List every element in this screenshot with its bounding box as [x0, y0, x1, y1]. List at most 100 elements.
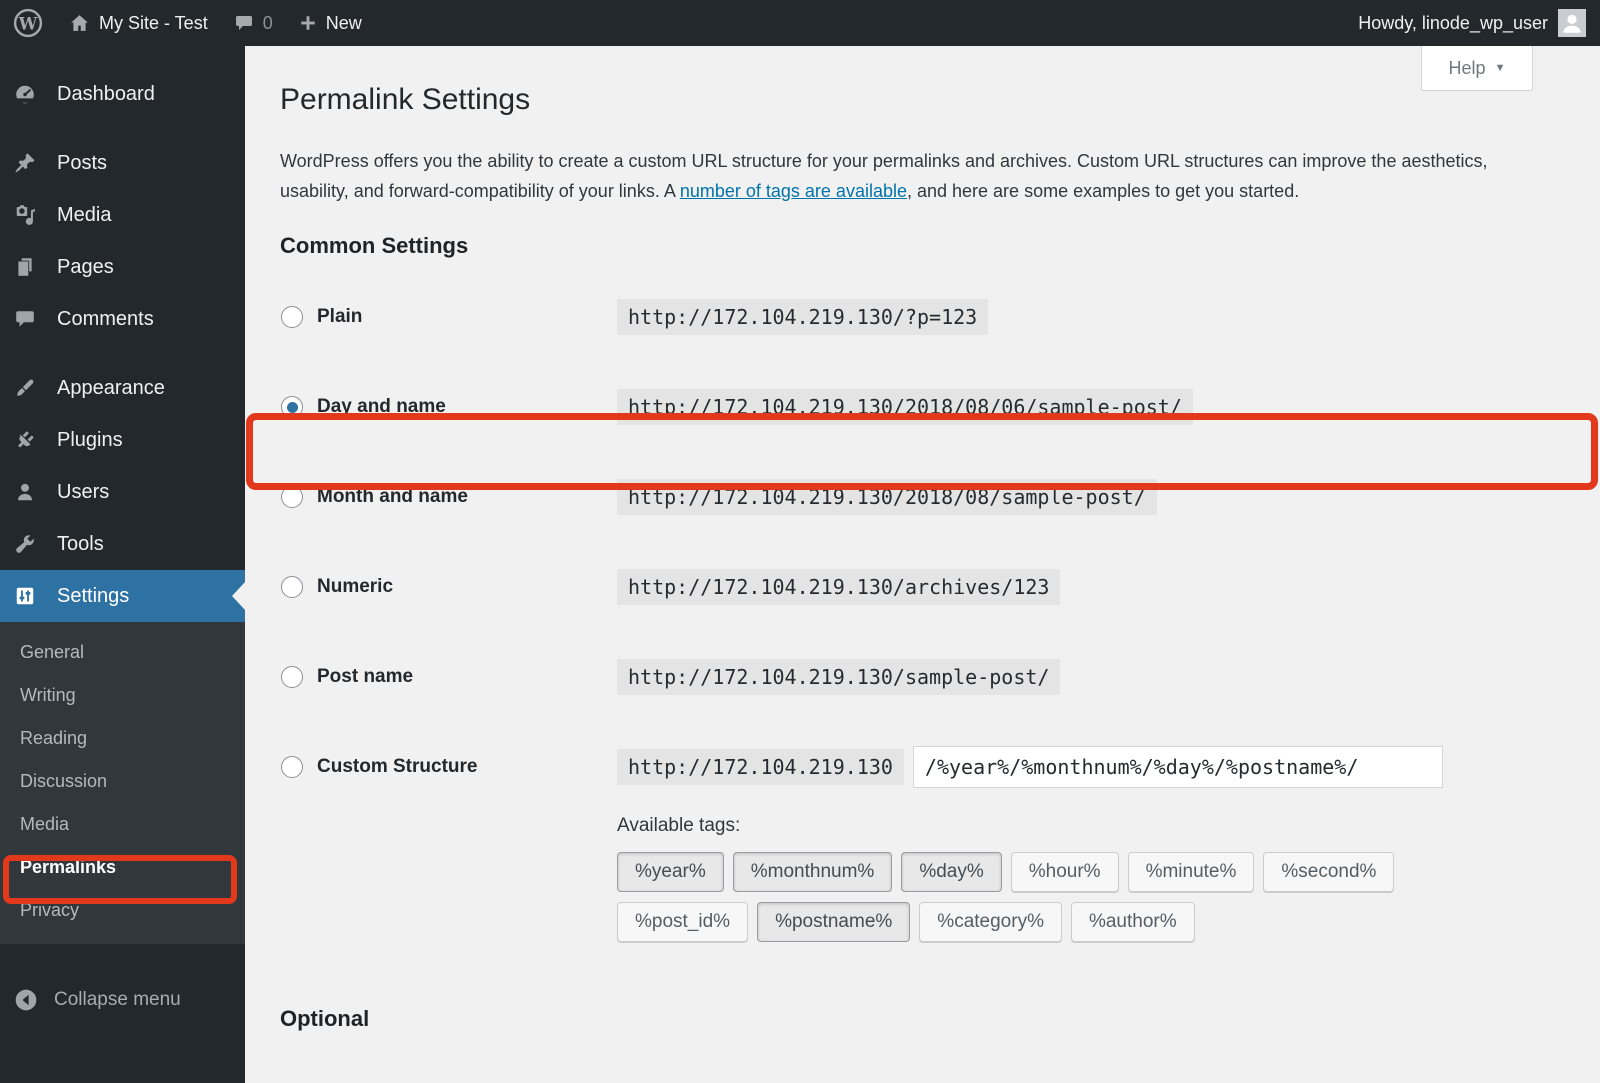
option-label-numeric[interactable]: Numeric — [317, 576, 617, 598]
example-url-month-and-name: http://172.104.219.130/2018/08/sample-po… — [617, 479, 1157, 515]
wordpress-logo-icon: W — [13, 8, 43, 38]
paintbrush-icon — [14, 377, 36, 399]
row-numeric: Numeric http://172.104.219.130/archives/… — [280, 542, 1600, 632]
menu-separator — [0, 120, 245, 137]
submenu-item-privacy[interactable]: Privacy — [0, 889, 245, 932]
collapse-arrow-icon — [14, 988, 38, 1012]
tag-button-monthnum[interactable]: %monthnum% — [732, 852, 893, 892]
option-label-day-and-name[interactable]: Day and name — [317, 396, 617, 418]
tag-button-hour[interactable]: %hour% — [1010, 852, 1119, 892]
collapse-menu-label: Collapse menu — [54, 989, 181, 1010]
option-label-post-name[interactable]: Post name — [317, 666, 617, 688]
admin-bar-left: W My Site - Test 0 New — [0, 0, 375, 46]
sidebar-item-settings[interactable]: Settings — [0, 570, 245, 622]
sidebar-item-label: Posts — [57, 151, 108, 174]
chevron-down-icon: ▼ — [1494, 62, 1506, 74]
sidebar-item-users[interactable]: Users — [0, 466, 245, 518]
dashboard-icon — [14, 83, 36, 105]
permalink-options: Plain http://172.104.219.130/?p=123 Day … — [280, 272, 1600, 812]
common-settings-heading: Common Settings — [280, 233, 469, 258]
sidebar-item-label: Pages — [57, 255, 114, 278]
intro-paragraph: WordPress offers you the ability to crea… — [280, 147, 1542, 206]
submenu-item-discussion[interactable]: Discussion — [0, 760, 245, 803]
radio-post-name[interactable] — [281, 666, 303, 688]
menu-separator — [0, 345, 245, 362]
radio-custom-structure[interactable] — [281, 756, 303, 778]
row-plain: Plain http://172.104.219.130/?p=123 — [280, 272, 1600, 362]
help-button[interactable]: Help ▼ — [1421, 46, 1533, 91]
sidebar-item-label: Comments — [57, 307, 154, 330]
admin-bar: W My Site - Test 0 New Howdy, linode_wp_… — [0, 0, 1600, 46]
comment-count: 0 — [262, 12, 273, 33]
svg-text:W: W — [18, 14, 38, 33]
row-custom-structure: Custom Structure http://172.104.219.130 — [280, 722, 1600, 812]
comments-icon — [14, 308, 36, 330]
tag-button-postname[interactable]: %postname% — [757, 902, 911, 942]
sidebar-item-dashboard[interactable]: Dashboard — [0, 68, 245, 120]
admin-bar-new[interactable]: New — [286, 0, 375, 46]
submenu-item-writing[interactable]: Writing — [0, 674, 245, 717]
site-menu[interactable]: My Site - Test — [56, 0, 221, 46]
collapse-menu-button[interactable]: Collapse menu — [0, 980, 245, 1020]
submenu-item-reading[interactable]: Reading — [0, 717, 245, 760]
wrench-icon — [14, 533, 36, 555]
sidebar-item-media[interactable]: Media — [0, 189, 245, 241]
tag-button-post-id[interactable]: %post_id% — [617, 902, 749, 942]
admin-bar-comments[interactable]: 0 — [221, 0, 286, 46]
wp-logo-menu[interactable]: W — [0, 0, 56, 46]
available-tags-label: Available tags: — [617, 815, 741, 836]
user-icon — [14, 481, 36, 503]
tag-button-year[interactable]: %year% — [617, 852, 724, 892]
sidebar-item-label: Plugins — [57, 428, 123, 451]
sidebar-item-posts[interactable]: Posts — [0, 137, 245, 189]
custom-structure-input[interactable] — [912, 746, 1443, 788]
tag-button-second[interactable]: %second% — [1263, 852, 1395, 892]
custom-structure-url-prefix: http://172.104.219.130 — [617, 749, 904, 785]
pages-icon — [14, 256, 36, 278]
submenu-item-media[interactable]: Media — [0, 803, 245, 846]
avatar[interactable] — [1558, 9, 1586, 37]
row-post-name: Post name http://172.104.219.130/sample-… — [280, 632, 1600, 722]
home-icon — [69, 13, 90, 34]
sidebar-item-plugins[interactable]: Plugins — [0, 414, 245, 466]
plus-icon — [299, 14, 317, 32]
option-label-plain[interactable]: Plain — [317, 306, 617, 328]
tag-button-day[interactable]: %day% — [901, 852, 1002, 892]
example-url-day-and-name: http://172.104.219.130/2018/08/06/sample… — [617, 389, 1193, 425]
tag-button-category[interactable]: %category% — [919, 902, 1062, 942]
submenu-item-general[interactable]: General — [0, 631, 245, 674]
example-url-plain: http://172.104.219.130/?p=123 — [617, 299, 989, 335]
main-content: Help ▼ Permalink Settings WordPress offe… — [245, 46, 1600, 1083]
settings-submenu: General Writing Reading Discussion Media… — [0, 622, 245, 944]
comment-icon — [234, 13, 254, 33]
tag-button-minute[interactable]: %minute% — [1127, 852, 1255, 892]
option-label-month-and-name[interactable]: Month and name — [317, 486, 617, 508]
example-url-post-name: http://172.104.219.130/sample-post/ — [617, 659, 1061, 695]
sidebar-item-tools[interactable]: Tools — [0, 518, 245, 570]
tag-button-author[interactable]: %author% — [1070, 902, 1195, 942]
option-label-custom-structure[interactable]: Custom Structure — [317, 756, 617, 778]
sidebar-item-label: Tools — [57, 532, 104, 555]
available-tags: %year% %monthnum% %day% %hour% %minute% … — [617, 852, 1417, 942]
radio-day-and-name[interactable] — [281, 396, 303, 418]
intro-text-after: , and here are some examples to get you … — [906, 180, 1300, 201]
howdy-menu[interactable]: Howdy, linode_wp_user — [1358, 13, 1548, 34]
site-name: My Site - Test — [99, 12, 208, 33]
plug-icon — [14, 429, 36, 451]
radio-plain[interactable] — [281, 306, 303, 328]
page-title: Permalink Settings — [280, 83, 531, 116]
example-url-numeric: http://172.104.219.130/archives/123 — [617, 569, 1061, 605]
tags-available-link[interactable]: number of tags are available — [680, 181, 907, 201]
sidebar-item-label: Media — [57, 203, 112, 226]
admin-bar-right: Howdy, linode_wp_user — [1358, 0, 1600, 46]
sidebar-item-appearance[interactable]: Appearance — [0, 362, 245, 414]
sidebar-item-comments[interactable]: Comments — [0, 293, 245, 345]
settings-sliders-icon — [14, 585, 36, 607]
radio-numeric[interactable] — [281, 576, 303, 598]
radio-month-and-name[interactable] — [281, 486, 303, 508]
sidebar-item-label: Settings — [57, 584, 130, 607]
row-month-and-name: Month and name http://172.104.219.130/20… — [280, 452, 1600, 542]
sidebar-item-pages[interactable]: Pages — [0, 241, 245, 293]
sidebar-item-label: Appearance — [57, 376, 165, 399]
submenu-item-permalinks[interactable]: Permalinks — [0, 846, 245, 889]
